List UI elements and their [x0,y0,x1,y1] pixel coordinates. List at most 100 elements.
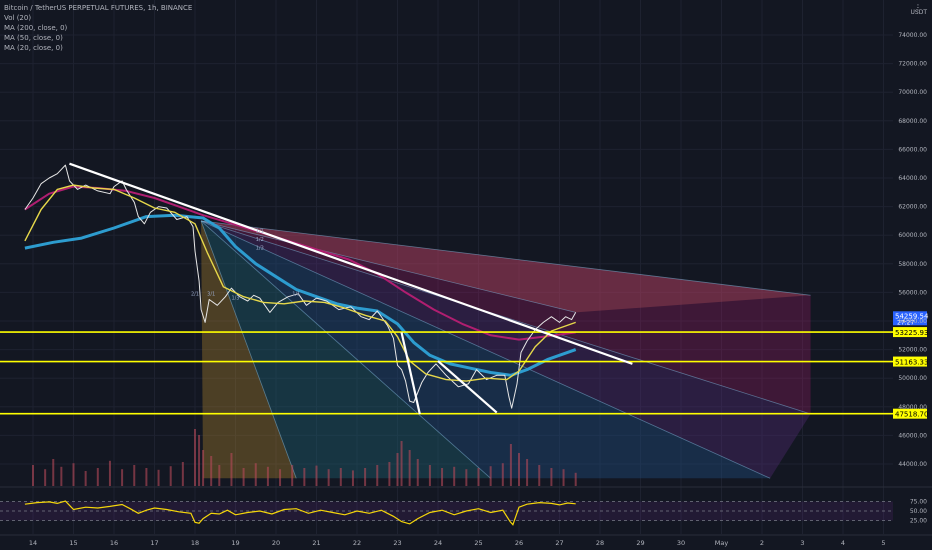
x-tick-label: 25 [474,539,482,547]
volume-bar [562,469,565,486]
volume-bar [108,460,111,486]
indicator-volume[interactable]: Vol (20) [4,13,192,23]
level-label-2: 47518.70 [895,411,928,419]
fan-label-2: 1/3 [256,246,264,252]
x-tick-label: 23 [393,539,401,547]
price-chart[interactable]: 53225.9351163.3347518.7054259.5427:271/1… [0,0,932,550]
volume-bar [145,468,148,486]
y-tick-label: 46000.00 [898,432,927,439]
x-tick-label: May [715,539,729,547]
volume-bar [538,465,541,486]
x-tick-label: 17 [150,539,158,547]
volume-bar [416,459,419,486]
x-tick-label: 26 [515,539,523,547]
volume-bar [60,466,63,486]
volume-bar [96,468,99,486]
x-tick-label: 18 [191,539,199,547]
y-tick-label: 50000.00 [898,375,927,382]
volume-bar [388,462,391,486]
y-tick-label: 44000.00 [898,461,927,468]
rsi-tick-label: 25.00 [910,518,927,525]
y-tick-label: 58000.00 [898,261,927,268]
volume-bar [396,453,399,486]
dots-icon[interactable]: ⋮ [914,3,922,12]
volume-bar [303,468,306,486]
chart-legend: Bitcoin / TetherUS PERPETUAL FUTURES, 1h… [4,3,192,53]
fan-label-1: 1/2 [256,237,264,243]
volume-bar [501,463,504,486]
volume-bar [72,463,75,486]
volume-bar [32,465,34,486]
fan-label-4: 3/1 [207,291,215,297]
fan-label-6: 1/3 [231,296,239,302]
volume-bar [254,463,257,486]
y-tick-label: 70000.00 [898,89,927,96]
level-label-0: 53225.93 [895,329,928,337]
x-tick-label: 14 [29,539,37,547]
indicator-ma200[interactable]: MA (200, close, 0) [4,23,192,33]
y-tick-label: 54000.00 [898,318,927,325]
x-tick-label: 30 [677,539,685,547]
volume-bar [465,469,468,486]
x-tick-label: 27 [555,539,563,547]
y-tick-label: 56000.00 [898,289,927,296]
x-tick-label: 28 [596,539,604,547]
volume-bar [526,459,529,486]
x-tick-label: 22 [353,539,361,547]
volume-bar [408,450,411,486]
volume-bar [550,468,553,486]
volume-bar [428,465,431,486]
volume-bar [266,466,269,486]
volume-bar [218,465,221,486]
x-tick-label: 20 [272,539,280,547]
y-tick-label: 74000.00 [898,32,927,39]
fan-label-3: 2/1 [191,291,199,297]
x-tick-label: 16 [110,539,118,547]
x-tick-label: 29 [636,539,644,547]
x-tick-label: 19 [231,539,239,547]
y-tick-label: 68000.00 [898,118,927,125]
volume-bar [210,456,213,486]
indicator-ma50[interactable]: MA (50, close, 0) [4,33,192,43]
x-tick-label: 15 [69,539,77,547]
volume-bar [181,462,184,486]
volume-bar [291,465,294,486]
indicator-ma20[interactable]: MA (20, close, 0) [4,43,192,53]
volume-bar [202,450,205,486]
volume-bar [315,465,318,486]
volume-bar [84,471,87,486]
volume-bar [441,468,444,486]
volume-bar [477,468,480,486]
volume-bar [351,470,354,486]
fan-label-5: 1/1 [292,291,300,297]
volume-bar [157,469,160,486]
y-tick-label: 52000.00 [898,347,927,354]
y-tick-label: 60000.00 [898,232,927,239]
volume-bar [400,441,403,486]
x-tick-label: 24 [434,539,442,547]
x-tick-label: 3 [800,539,804,547]
x-tick-label: 4 [841,539,845,547]
volume-bar [339,468,342,486]
volume-bar [121,469,124,486]
volume-bar [133,465,136,486]
volume-bar [242,468,245,486]
chart-window: 53225.93 51163.33 47518.70 54259.54 27:27 1/1… [0,0,932,550]
volume-bar [453,466,456,486]
volume-bar [230,453,233,486]
volume-bar [279,469,282,486]
fan-label-0: 1/1 [256,228,264,234]
volume-bar [364,468,367,486]
volume-bar [376,465,379,486]
volume-bar [574,472,577,486]
volume-bar [169,466,172,486]
volume-bar [198,435,201,486]
rsi-tick-label: 50.00 [910,508,927,515]
x-tick-label: 5 [881,539,885,547]
volume-bar [489,466,492,486]
y-tick-label: 66000.00 [898,146,927,153]
rsi-tick-label: 75.00 [910,499,927,506]
y-tick-label: 64000.00 [898,175,927,182]
symbol-title[interactable]: Bitcoin / TetherUS PERPETUAL FUTURES, 1h… [4,3,192,13]
y-tick-label: 48000.00 [898,404,927,411]
